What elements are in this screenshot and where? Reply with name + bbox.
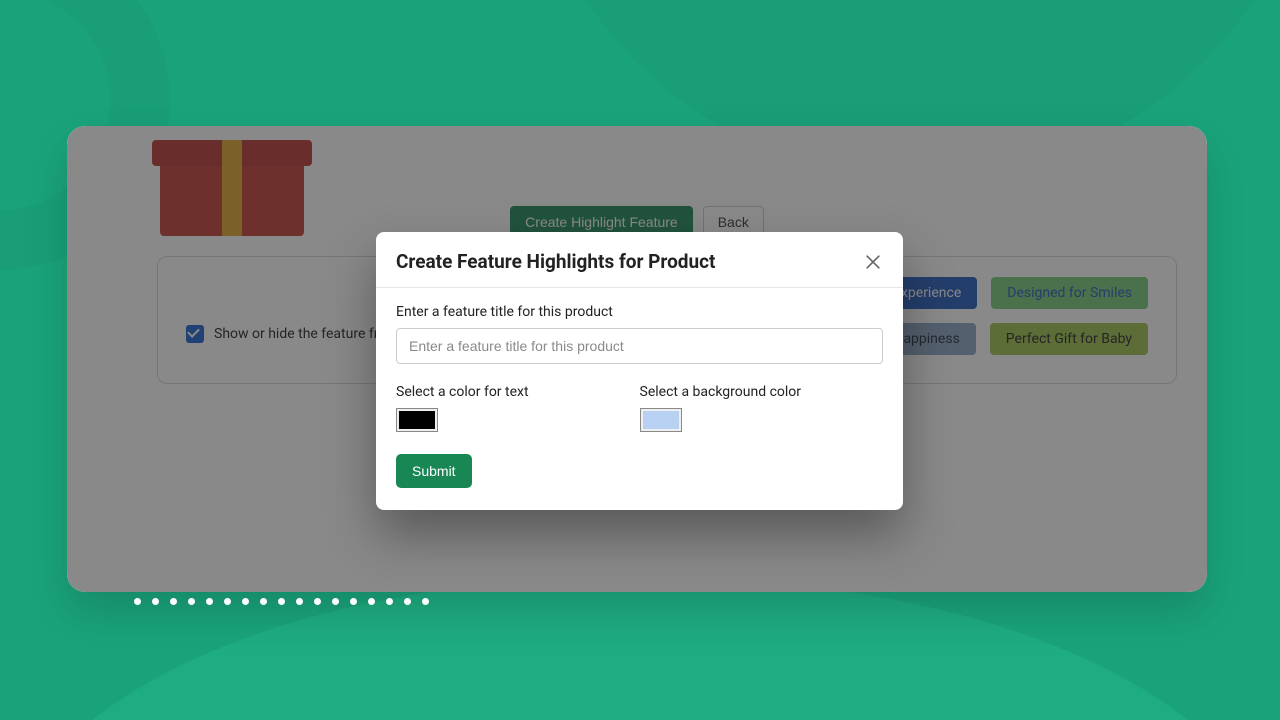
bg-color-field: Select a background color xyxy=(640,384,884,432)
carousel-dot[interactable] xyxy=(260,598,267,605)
app-marketing-screenshot: Create Highlight Feature Back Show or hi… xyxy=(0,0,1280,720)
modal-body: Enter a feature title for this product S… xyxy=(376,288,903,510)
modal-header: Create Feature Highlights for Product xyxy=(376,232,903,288)
carousel-dot[interactable] xyxy=(332,598,339,605)
carousel-dot[interactable] xyxy=(224,598,231,605)
carousel-dot[interactable] xyxy=(134,598,141,605)
carousel-dot[interactable] xyxy=(314,598,321,605)
color-picker-row: Select a color for text Select a backgro… xyxy=(396,384,883,432)
bg-color-swatch xyxy=(643,411,679,429)
carousel-dot[interactable] xyxy=(296,598,303,605)
carousel-dot[interactable] xyxy=(242,598,249,605)
carousel-dot[interactable] xyxy=(170,598,177,605)
carousel-dot[interactable] xyxy=(350,598,357,605)
carousel-dot[interactable] xyxy=(152,598,159,605)
carousel-dot[interactable] xyxy=(188,598,195,605)
carousel-dot[interactable] xyxy=(422,598,429,605)
carousel-dot[interactable] xyxy=(206,598,213,605)
carousel-dot[interactable] xyxy=(278,598,285,605)
modal-title: Create Feature Highlights for Product xyxy=(396,250,715,273)
create-feature-modal: Create Feature Highlights for Product En… xyxy=(376,232,903,510)
carousel-dot[interactable] xyxy=(386,598,393,605)
text-color-swatch xyxy=(399,411,435,429)
close-icon[interactable] xyxy=(863,252,883,272)
feature-title-input[interactable] xyxy=(396,328,883,364)
carousel-dot[interactable] xyxy=(368,598,375,605)
carousel-dot[interactable] xyxy=(404,598,411,605)
text-color-label: Select a color for text xyxy=(396,384,640,400)
bg-color-label: Select a background color xyxy=(640,384,884,400)
carousel-dots[interactable] xyxy=(134,598,429,605)
text-color-picker[interactable] xyxy=(396,408,438,432)
submit-button[interactable]: Submit xyxy=(396,454,472,488)
bg-color-picker[interactable] xyxy=(640,408,682,432)
text-color-field: Select a color for text xyxy=(396,384,640,432)
feature-title-label: Enter a feature title for this product xyxy=(396,304,883,320)
